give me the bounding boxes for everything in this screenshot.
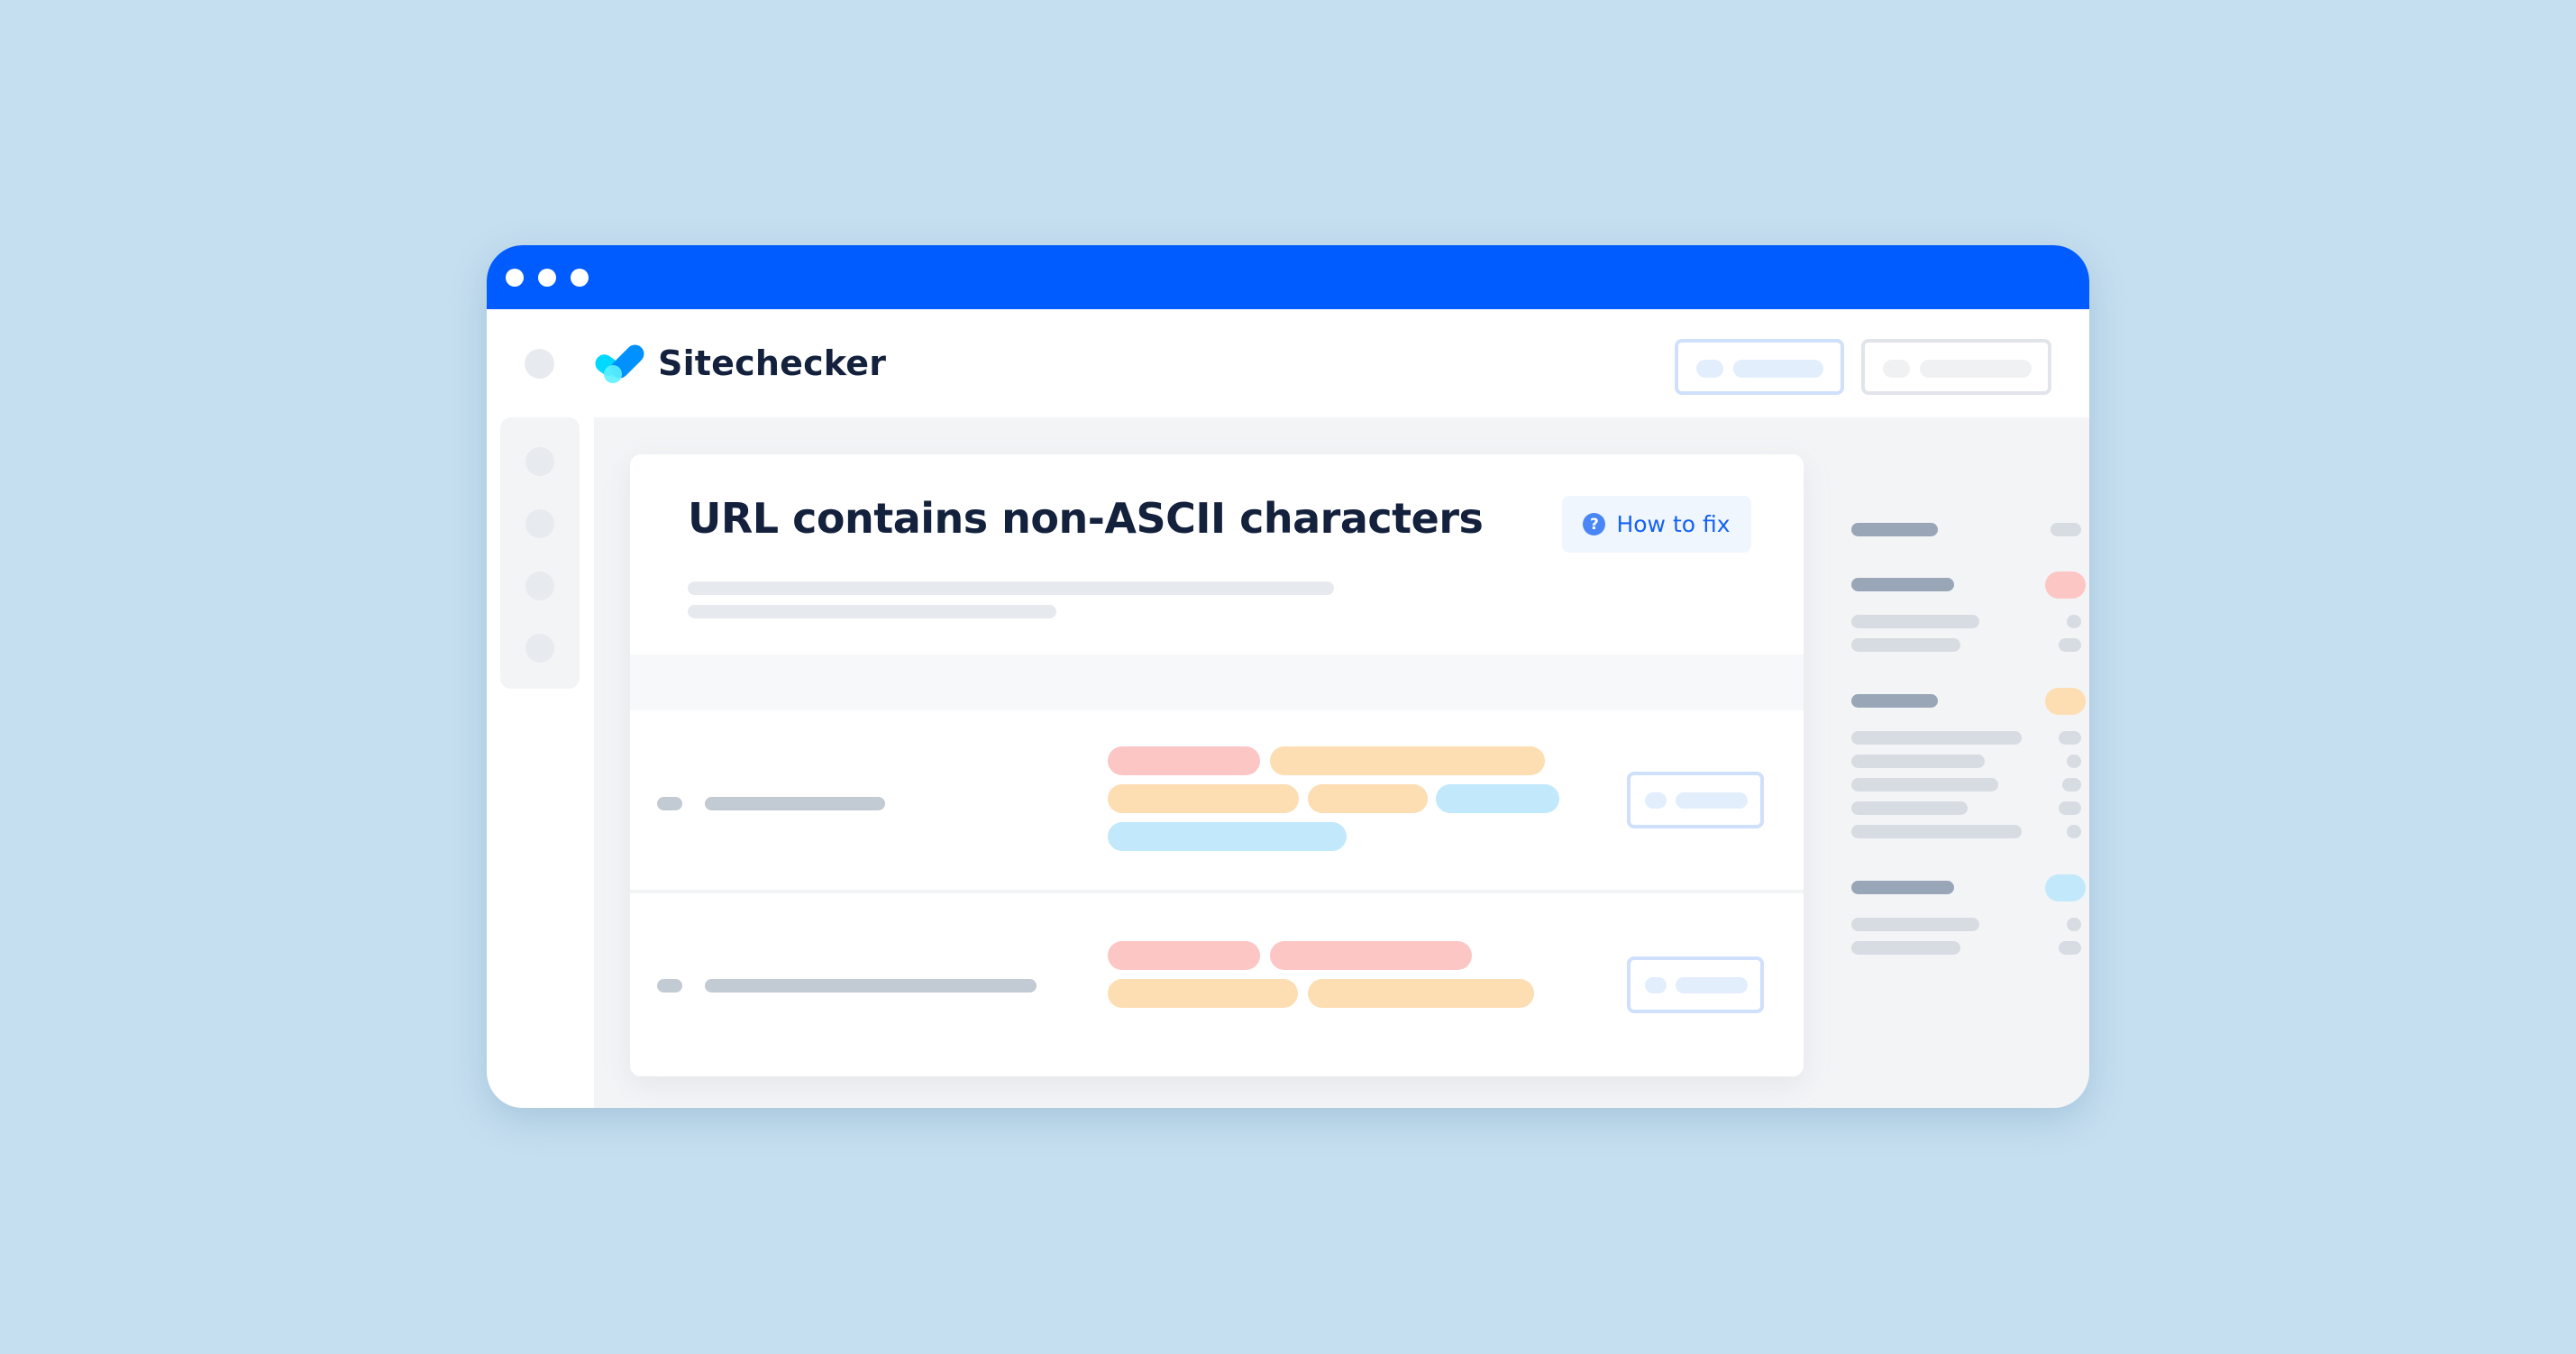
- error-tag: [1270, 941, 1472, 970]
- summary-count: [2067, 918, 2081, 931]
- sidebar-nav-icon[interactable]: [525, 447, 554, 476]
- summary-count: [2067, 825, 2081, 838]
- row-url-placeholder[interactable]: [705, 979, 1037, 993]
- error-tag: [1108, 746, 1260, 775]
- warning-tag: [1108, 979, 1298, 1008]
- brand-name: Sitechecker: [658, 343, 887, 383]
- how-to-fix-label: How to fix: [1616, 511, 1731, 537]
- action-label-placeholder: [1676, 977, 1748, 993]
- brand-logo[interactable]: Sitechecker: [593, 336, 886, 390]
- app-header: Sitechecker: [487, 309, 2089, 417]
- summary-item[interactable]: [1851, 801, 1968, 815]
- summary-item[interactable]: [1851, 918, 1979, 931]
- title-bar: [487, 245, 2089, 309]
- description-line: [688, 605, 1056, 618]
- summary-panel: [1833, 417, 2089, 1108]
- error-count-badge: [2045, 572, 2086, 599]
- summary-item[interactable]: [1851, 731, 2022, 745]
- summary-count: [2059, 638, 2081, 652]
- action-icon-placeholder: [1645, 977, 1667, 993]
- action-label-placeholder: [1676, 792, 1748, 809]
- browser-window: Sitechecker URL contains non-ASCII chara…: [487, 245, 2089, 1108]
- row-action-button[interactable]: [1627, 956, 1764, 1013]
- summary-count: [2062, 778, 2081, 791]
- window-control-dot[interactable]: [506, 269, 524, 287]
- summary-item[interactable]: [1851, 778, 1998, 791]
- header-primary-button[interactable]: [1675, 339, 1844, 395]
- warning-tag: [1270, 746, 1545, 775]
- summary-item[interactable]: [1851, 638, 1960, 652]
- sidebar-nav-icon[interactable]: [525, 634, 554, 663]
- row-action-button[interactable]: [1627, 772, 1764, 828]
- summary-group-heading[interactable]: [1851, 694, 1938, 708]
- button-label-placeholder: [1733, 360, 1823, 378]
- issue-title: URL contains non-ASCII characters: [688, 494, 1484, 543]
- action-icon-placeholder: [1645, 792, 1667, 809]
- warning-count-badge: [2045, 688, 2086, 715]
- header-secondary-button[interactable]: [1861, 339, 2051, 395]
- info-tag: [1108, 822, 1347, 851]
- summary-item[interactable]: [1851, 755, 1985, 768]
- row-icon-placeholder: [657, 797, 682, 810]
- table-header: [630, 654, 1804, 710]
- summary-count: [2051, 523, 2081, 536]
- question-circle-icon: ?: [1583, 513, 1606, 535]
- warning-tag: [1308, 784, 1428, 813]
- summary-count: [2059, 941, 2081, 955]
- summary-count: [2067, 615, 2081, 628]
- table-row[interactable]: [630, 710, 1804, 890]
- info-count-badge: [2045, 874, 2086, 901]
- how-to-fix-button[interactable]: ? How to fix: [1562, 496, 1751, 553]
- menu-toggle-icon[interactable]: [525, 349, 554, 379]
- error-tag: [1108, 941, 1260, 970]
- main-content: URL contains non-ASCII characters ? How …: [594, 417, 2089, 1108]
- warning-tag: [1108, 784, 1299, 813]
- checkmark-logo-icon: [595, 344, 644, 383]
- button-icon-placeholder: [1696, 360, 1723, 378]
- window-control-dot[interactable]: [571, 269, 589, 287]
- left-sidebar: [500, 417, 580, 689]
- window-control-dot[interactable]: [538, 269, 556, 287]
- row-url-placeholder[interactable]: [705, 797, 885, 810]
- description-line: [688, 581, 1334, 595]
- sidebar-nav-icon[interactable]: [525, 509, 554, 538]
- info-tag: [1436, 784, 1559, 813]
- summary-group-heading[interactable]: [1851, 578, 1954, 591]
- row-icon-placeholder: [657, 979, 682, 993]
- warning-tag: [1308, 979, 1534, 1008]
- summary-count: [2059, 801, 2081, 815]
- table-row[interactable]: [630, 893, 1804, 1076]
- summary-group-heading[interactable]: [1851, 523, 1938, 536]
- issue-card: URL contains non-ASCII characters ? How …: [630, 454, 1804, 1076]
- summary-group-heading[interactable]: [1851, 881, 1954, 894]
- summary-item[interactable]: [1851, 825, 2022, 838]
- button-icon-placeholder: [1883, 360, 1910, 378]
- button-label-placeholder: [1920, 360, 2032, 378]
- summary-item[interactable]: [1851, 941, 1960, 955]
- summary-count: [2067, 755, 2081, 768]
- sidebar-nav-icon[interactable]: [525, 572, 554, 600]
- summary-count: [2059, 731, 2081, 745]
- summary-item[interactable]: [1851, 615, 1979, 628]
